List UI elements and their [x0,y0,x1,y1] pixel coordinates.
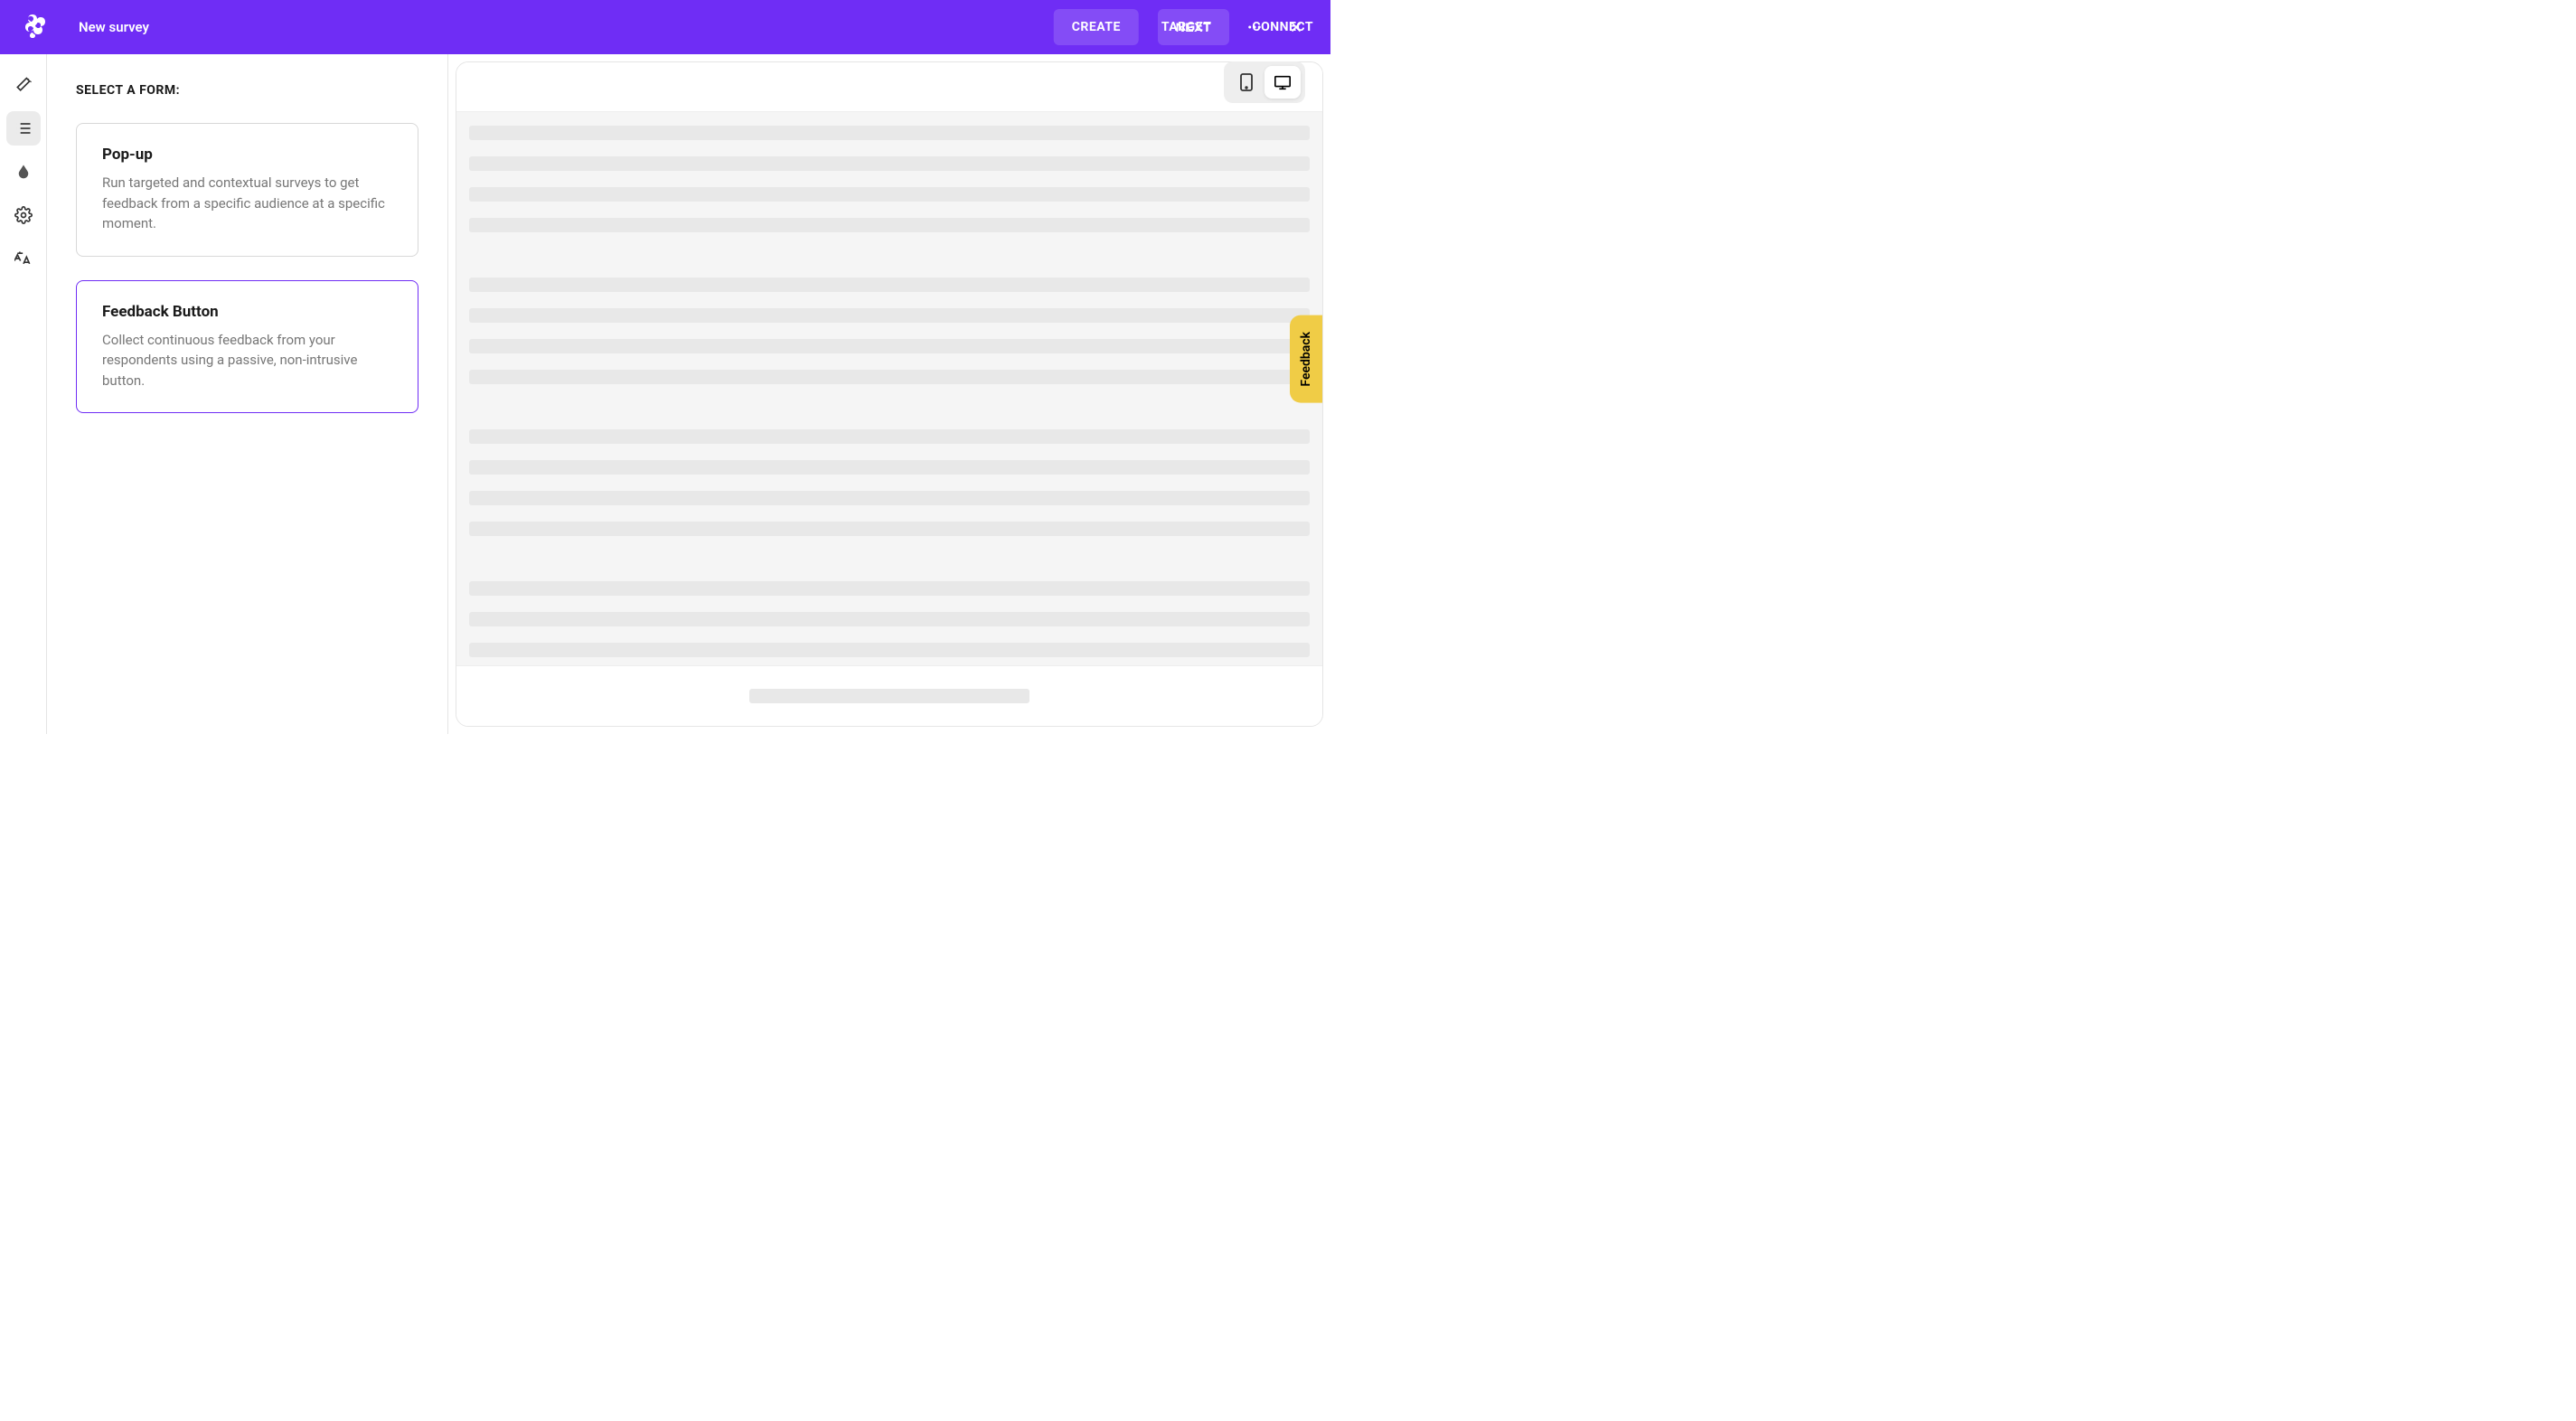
device-toggle [1224,61,1305,103]
preview-content: Feedback [456,112,1322,665]
app-header: New survey CREATE TARGET CONNECT LAUNCH … [0,0,1330,54]
sidebar-item-translate[interactable] [6,241,41,276]
desktop-icon [1274,74,1292,90]
tab-analyze[interactable]: ANALYZE [1429,9,1522,45]
drop-icon [15,164,32,180]
form-selection-panel: SELECT A FORM: Pop-up Run targeted and c… [47,54,448,734]
form-panel-title: SELECT A FORM: [76,83,418,98]
desktop-preview-toggle[interactable] [1264,66,1301,99]
feedback-button-preview[interactable]: Feedback [1290,315,1322,403]
mobile-preview-toggle[interactable] [1228,66,1264,99]
skeleton-search [749,689,1029,703]
tab-create[interactable]: CREATE [1054,9,1139,45]
sidebar-item-wand[interactable] [6,68,41,102]
mobile-icon [1240,73,1253,91]
form-option-title: Feedback Button [102,303,392,321]
form-option-feedback-button[interactable]: Feedback Button Collect continuous feedb… [76,280,418,414]
wand-icon [14,76,33,94]
form-option-description: Run targeted and contextual surveys to g… [102,173,392,234]
form-option-popup[interactable]: Pop-up Run targeted and contextual surve… [76,123,418,257]
tab-launch[interactable]: LAUNCH [1336,9,1424,45]
tab-target[interactable]: TARGET [1143,9,1230,45]
page-title: New survey [79,19,149,35]
sidebar-item-theme[interactable] [6,155,41,189]
app-logo [18,13,47,42]
tab-connect[interactable]: CONNECT [1234,9,1331,45]
form-option-title: Pop-up [102,146,392,164]
sidebar-item-settings[interactable] [6,198,41,232]
main-content: SELECT A FORM: Pop-up Run targeted and c… [0,54,1330,734]
preview-area: Feedback [448,54,1330,734]
preview-bottombar [456,665,1322,726]
form-option-description: Collect continuous feedback from your re… [102,330,392,391]
vertical-sidebar [0,54,47,734]
translate-icon [14,249,33,268]
skeleton-placeholder [456,126,1322,665]
nav-tabs: CREATE TARGET CONNECT LAUNCH ANALYZE [1054,9,1523,45]
list-icon [14,119,33,137]
sidebar-item-list[interactable] [6,111,41,146]
preview-topbar [456,62,1322,112]
preview-frame: Feedback [456,61,1323,727]
gear-icon [14,206,33,224]
